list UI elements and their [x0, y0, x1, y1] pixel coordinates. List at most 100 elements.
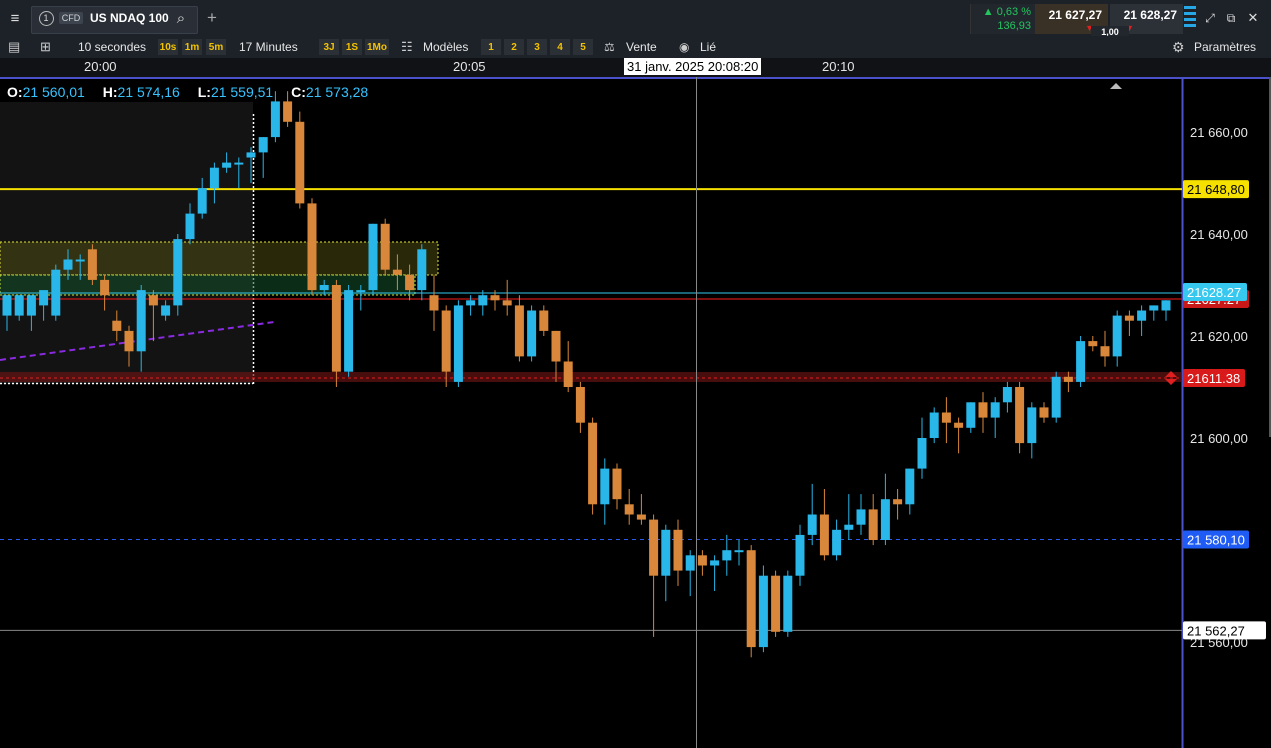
- candle-body: [1039, 407, 1049, 418]
- candle-body: [868, 509, 878, 540]
- candle-body: [1063, 376, 1073, 382]
- candle-body: [222, 162, 232, 168]
- price-tick-label: 21 640,00: [1190, 227, 1248, 242]
- candle-body: [551, 330, 561, 362]
- candle-body: [39, 290, 49, 306]
- low-value: 21 559,51: [210, 84, 274, 100]
- candle-body: [258, 137, 268, 153]
- candle-body: [917, 438, 927, 469]
- candle-body: [356, 290, 366, 293]
- price-chart[interactable]: 21 660,00 21 640,00 21 620,00 21 600,00 21 5…: [0, 0, 1271, 748]
- candle-body: [87, 249, 97, 280]
- last-buy-price-tag: 21628.27: [1187, 285, 1241, 300]
- order-price-tag: 21 580,10: [1187, 532, 1245, 547]
- candle-body: [1051, 376, 1061, 418]
- candle-body: [1076, 341, 1086, 382]
- candle-body: [405, 274, 415, 291]
- candle-body: [893, 499, 903, 505]
- candle-body: [1137, 310, 1147, 321]
- ohlc-readout: O:21 560,01 H:21 574,16 L:21 559,51 C:21…: [7, 84, 368, 100]
- candle-body: [1027, 407, 1037, 444]
- candle-body: [380, 223, 390, 270]
- candle-body: [392, 269, 402, 275]
- candle-body: [307, 203, 317, 291]
- price-tick-label: 21 600,00: [1190, 431, 1248, 446]
- candle-body: [1002, 387, 1012, 403]
- candle-body: [478, 295, 488, 306]
- candle-body: [1100, 346, 1110, 357]
- candle-body: [502, 300, 512, 306]
- candle-body: [758, 575, 768, 648]
- candle-body: [331, 285, 341, 372]
- candle-body: [966, 402, 976, 428]
- candle-body: [832, 529, 842, 556]
- open-value: 21 560,01: [22, 84, 85, 100]
- candle-body: [148, 295, 158, 306]
- candle-body: [624, 504, 634, 515]
- candle-body: [295, 121, 305, 204]
- candle-body: [1088, 341, 1098, 347]
- candle-body: [807, 514, 817, 535]
- candle-body: [209, 167, 219, 189]
- candle-body: [185, 213, 195, 240]
- candle-body: [954, 422, 964, 428]
- candle-body: [612, 468, 622, 500]
- candle-body: [441, 310, 451, 372]
- candle-body: [929, 412, 939, 438]
- candle-body: [600, 468, 610, 505]
- candle-body: [539, 310, 549, 331]
- alert-price-tag: 21 648,80: [1187, 182, 1245, 197]
- candle-body: [100, 279, 110, 296]
- candle-body: [527, 310, 537, 357]
- red-zone-band: [0, 372, 1182, 382]
- candle-body: [880, 499, 890, 540]
- close-value: 21 573,28: [305, 84, 369, 100]
- candle-body: [490, 295, 500, 301]
- candle-body: [722, 550, 732, 561]
- candle-body: [1149, 305, 1159, 311]
- candle-body: [905, 468, 915, 505]
- candle-body: [673, 529, 683, 571]
- candle-body: [344, 290, 354, 372]
- candle-body: [990, 402, 1000, 418]
- candle-body: [1161, 300, 1171, 311]
- candle-body: [429, 295, 439, 311]
- candle-body: [124, 330, 134, 352]
- high-value: 21 574,16: [117, 84, 180, 100]
- candle-body: [319, 285, 329, 291]
- candle-body: [112, 320, 122, 331]
- candle-body: [649, 519, 659, 576]
- low-label: L:: [197, 84, 211, 100]
- candle-body: [771, 575, 781, 632]
- crosshair-price-tag: 21 562,27: [1187, 623, 1245, 638]
- open-label: O:: [7, 84, 23, 100]
- candle-body: [246, 152, 256, 158]
- candle-body: [1015, 387, 1025, 444]
- candle-body: [368, 223, 378, 291]
- candle-body: [197, 188, 207, 214]
- candle-body: [575, 387, 585, 423]
- candle-body: [234, 162, 244, 165]
- candle-body: [453, 305, 463, 382]
- candle-body: [2, 295, 12, 316]
- candle-body: [636, 514, 646, 520]
- candle-body: [173, 239, 183, 306]
- candle-body: [514, 305, 524, 357]
- red-level-price-tag: 21611.38: [1187, 371, 1240, 386]
- candle-body: [51, 269, 61, 316]
- candle-body: [283, 101, 293, 122]
- candle-body: [417, 249, 427, 291]
- close-label: C:: [291, 84, 306, 100]
- candle-body: [661, 529, 671, 576]
- price-tick-label: 21 660,00: [1190, 125, 1248, 140]
- candle-body: [697, 555, 707, 566]
- candle-body: [63, 259, 73, 270]
- candle-body: [270, 101, 280, 138]
- candle-body: [26, 295, 36, 316]
- candle-body: [710, 560, 720, 566]
- price-tick-label: 21 620,00: [1190, 329, 1248, 344]
- candle-body: [1124, 315, 1134, 321]
- high-label: H:: [102, 84, 118, 100]
- candle-body: [14, 295, 24, 316]
- candle-body: [844, 524, 854, 530]
